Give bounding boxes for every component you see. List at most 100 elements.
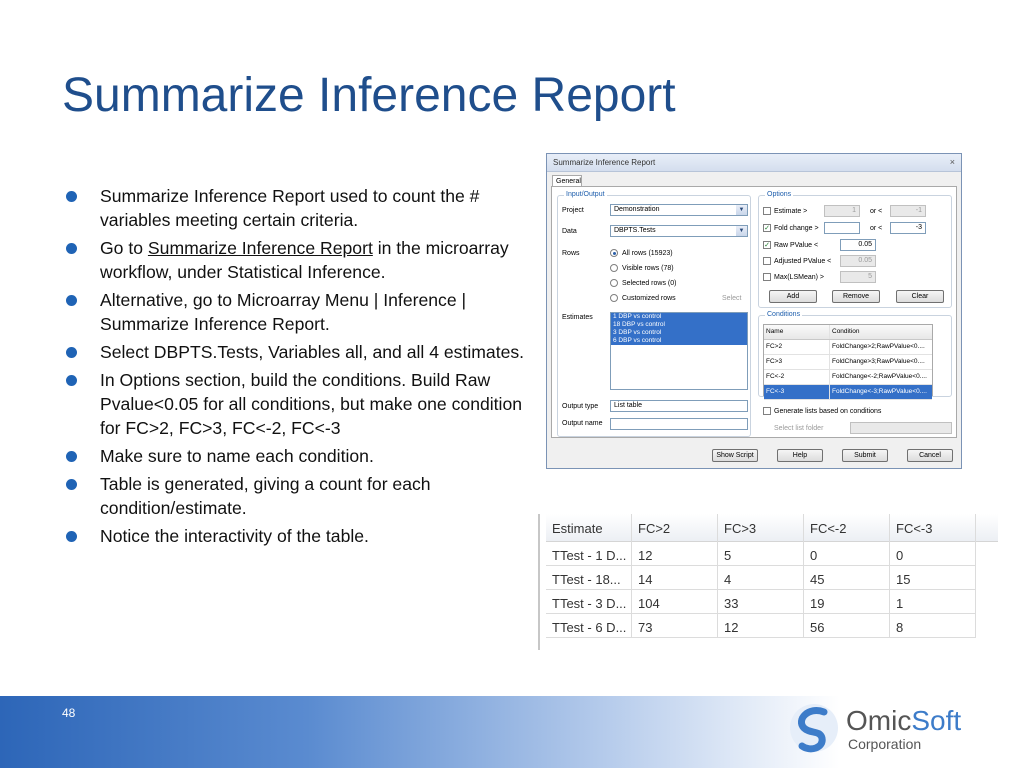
adjusted-pvalue-checkbox[interactable] <box>763 257 771 265</box>
chevron-down-icon: ▼ <box>736 205 747 215</box>
column-header[interactable]: Name <box>764 325 830 339</box>
raw-pvalue-label: Raw PValue < <box>774 242 819 249</box>
summarize-report-link[interactable]: Summarize Inference Report <box>148 238 373 258</box>
logo-subtitle: Corporation <box>848 736 922 752</box>
result-cell[interactable]: 4 <box>718 566 804 590</box>
result-cell[interactable]: 45 <box>804 566 890 590</box>
general-tab-pane: Input/Output Project Demonstration ▼ Data… <box>551 186 957 438</box>
cancel-button[interactable]: Cancel <box>907 449 953 462</box>
max-lsmean-checkbox[interactable] <box>763 273 771 281</box>
result-column-header[interactable]: Estimate <box>546 514 632 542</box>
rows-customized-radio[interactable] <box>610 294 618 302</box>
rows-option: All rows (15923) <box>622 250 673 257</box>
bullet-dot-icon <box>66 295 77 306</box>
fold-change-field[interactable] <box>824 222 860 234</box>
condition-row[interactable]: FC>3 FoldChange>3;RawPValue<0.... <box>764 355 932 370</box>
result-cell[interactable]: TTest - 3 D... <box>546 590 632 614</box>
estimate-item[interactable]: 6 DBP vs control <box>611 337 747 345</box>
adjusted-pvalue-field[interactable]: 0.05 <box>840 255 876 267</box>
rows-select-link[interactable]: Select <box>722 295 741 302</box>
project-select[interactable]: Demonstration ▼ <box>610 204 748 216</box>
bullet-item: Summarize Inference Report used to count… <box>66 184 536 232</box>
omicsoft-logo: OmicSoft Corporation <box>788 702 988 760</box>
bullet-item: Select DBPTS.Tests, Variables all, and a… <box>66 340 536 364</box>
generate-lists-checkbox[interactable] <box>763 407 771 415</box>
condition-row-selected[interactable]: FC<-3 FoldChange<-3;RawPValue<0.... <box>764 385 932 400</box>
bullet-dot-icon <box>66 479 77 490</box>
condition-row[interactable]: FC<-2 FoldChange<-2;RawPValue<0.... <box>764 370 932 385</box>
data-select[interactable]: DBPTS.Tests ▼ <box>610 225 748 237</box>
estimate-item[interactable]: 3 DBP vs control <box>611 329 747 337</box>
estimate-or-field[interactable]: -1 <box>890 205 926 217</box>
result-cell[interactable]: 8 <box>890 614 976 638</box>
close-icon[interactable]: × <box>950 157 955 167</box>
select-folder-field[interactable] <box>850 422 952 434</box>
result-table[interactable]: Estimate FC>2 FC>3 FC<-2 FC<-3 TTest - 1… <box>538 514 998 650</box>
submit-button[interactable]: Submit <box>842 449 888 462</box>
chevron-down-icon: ▼ <box>736 226 747 236</box>
result-cell[interactable]: 14 <box>632 566 718 590</box>
bullet-list: Summarize Inference Report used to count… <box>66 184 536 552</box>
result-cell[interactable]: 104 <box>632 590 718 614</box>
result-cell[interactable]: 1 <box>890 590 976 614</box>
bullet-item: In Options section, build the conditions… <box>66 368 536 440</box>
result-column-header[interactable]: FC>3 <box>718 514 804 542</box>
result-cell[interactable]: 19 <box>804 590 890 614</box>
estimates-listbox[interactable]: 1 DBP vs control 18 DBP vs control 3 DBP… <box>610 312 748 390</box>
show-script-button[interactable]: Show Script <box>712 449 758 462</box>
dialog-title: Summarize Inference Report <box>553 158 656 167</box>
result-column-header[interactable]: FC>2 <box>632 514 718 542</box>
rows-all-radio[interactable] <box>610 249 618 257</box>
result-cell[interactable]: 0 <box>804 542 890 566</box>
estimate-item[interactable]: 1 DBP vs control <box>611 313 747 321</box>
options-legend: Options <box>765 191 794 198</box>
clear-button[interactable]: Clear <box>896 290 944 303</box>
page-number: 48 <box>62 706 76 720</box>
raw-pvalue-checkbox[interactable]: ✓ <box>763 241 771 249</box>
rows-visible-radio[interactable] <box>610 264 618 272</box>
bullet-item: Notice the interactivity of the table. <box>66 524 536 548</box>
generate-lists-label: Generate lists based on conditions <box>774 408 882 415</box>
result-cell[interactable]: TTest - 18... <box>546 566 632 590</box>
estimate-checkbox[interactable] <box>763 207 771 215</box>
result-cell[interactable]: 33 <box>718 590 804 614</box>
rows-label: Rows <box>562 250 580 257</box>
output-name-field[interactable] <box>610 418 748 430</box>
fold-change-checkbox[interactable]: ✓ <box>763 224 771 232</box>
result-column-header[interactable]: FC<-3 <box>890 514 976 542</box>
rows-option: Customized rows <box>622 295 676 302</box>
rows-selected-radio[interactable] <box>610 279 618 287</box>
max-lsmean-field[interactable]: 5 <box>840 271 876 283</box>
result-cell[interactable]: TTest - 6 D... <box>546 614 632 638</box>
rows-option: Visible rows (78) <box>622 265 674 272</box>
result-cell[interactable]: 73 <box>632 614 718 638</box>
fold-change-label: Fold change > <box>774 225 819 232</box>
bullet-item: Table is generated, giving a count for e… <box>66 472 536 520</box>
bullet-dot-icon <box>66 531 77 542</box>
bullet-dot-icon <box>66 375 77 386</box>
rows-option: Selected rows (0) <box>622 280 677 287</box>
result-cell[interactable]: 56 <box>804 614 890 638</box>
output-type-field[interactable]: List table <box>610 400 748 412</box>
fold-or-field[interactable]: -3 <box>890 222 926 234</box>
estimate-field[interactable]: 1 <box>824 205 860 217</box>
estimates-label: Estimates <box>562 314 593 321</box>
column-header[interactable]: Condition <box>830 325 932 339</box>
remove-button[interactable]: Remove <box>832 290 880 303</box>
result-cell[interactable]: 12 <box>718 614 804 638</box>
result-cell[interactable]: 0 <box>890 542 976 566</box>
output-type-label: Output type <box>562 403 599 410</box>
result-column-header[interactable]: FC<-2 <box>804 514 890 542</box>
add-button[interactable]: Add <box>769 290 817 303</box>
raw-pvalue-field[interactable]: 0.05 <box>840 239 876 251</box>
result-cell[interactable]: TTest - 1 D... <box>546 542 632 566</box>
help-button[interactable]: Help <box>777 449 823 462</box>
max-lsmean-label: Max(LSMean) > <box>774 274 824 281</box>
condition-row[interactable]: FC>2 FoldChange>2;RawPValue<0.... <box>764 340 932 355</box>
select-folder-label: Select list folder <box>774 425 824 432</box>
result-cell[interactable]: 12 <box>632 542 718 566</box>
result-cell[interactable]: 15 <box>890 566 976 590</box>
result-cell[interactable]: 5 <box>718 542 804 566</box>
conditions-table[interactable]: Name Condition FC>2 FoldChange>2;RawPVal… <box>763 324 933 400</box>
estimate-item[interactable]: 18 DBP vs control <box>611 321 747 329</box>
